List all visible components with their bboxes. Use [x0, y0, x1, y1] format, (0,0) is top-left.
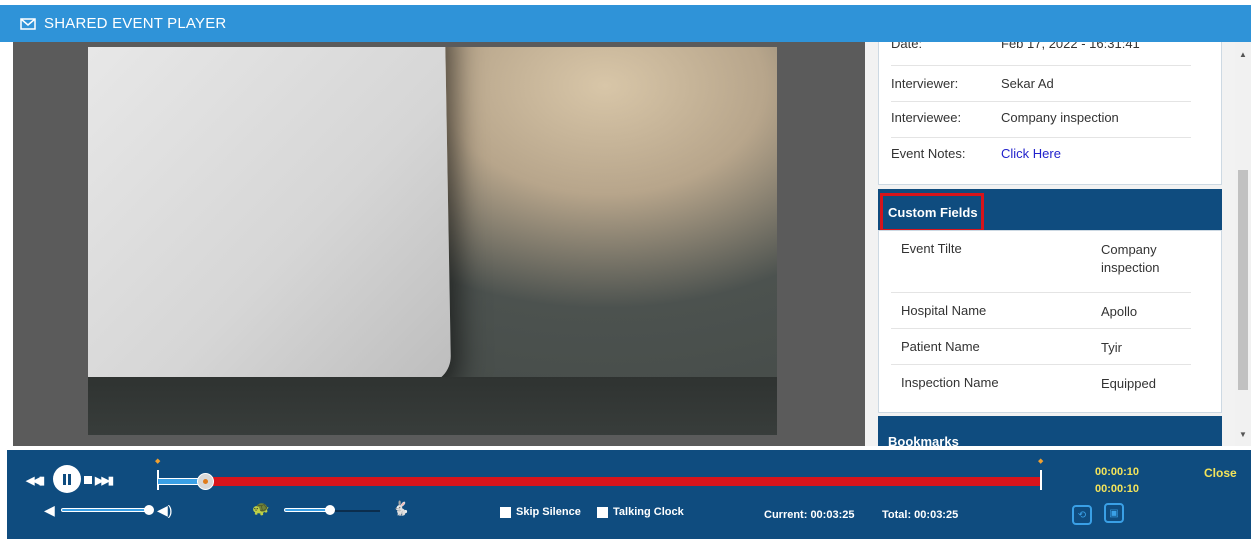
speed-slider[interactable]	[284, 508, 330, 512]
scroll-thumb[interactable]	[1238, 170, 1248, 390]
volume-up-icon[interactable]: ◀)	[157, 502, 172, 519]
volume-knob[interactable]	[144, 505, 154, 515]
info-row-interviewee: Interviewee: Company inspection	[891, 102, 1191, 138]
loop-button[interactable]: ⟲	[1072, 505, 1092, 525]
scroll-up-icon[interactable]: ▲	[1239, 50, 1247, 59]
timeline[interactable]	[157, 473, 1042, 490]
save-button[interactable]: ▣	[1104, 503, 1124, 523]
marker-time-1: 00:00:10	[1095, 466, 1140, 478]
details-panel: Date: Feb 17, 2022 - 16:31:41 Interviewe…	[865, 42, 1235, 446]
speed-knob[interactable]	[325, 505, 335, 515]
app-header: SHARED EVENT PLAYER	[0, 5, 1251, 42]
custom-field-row: Patient Name Tyir	[891, 329, 1191, 365]
start-marker-icon: ◆	[155, 458, 161, 465]
skip-back-icon[interactable]: ◀◀▮	[26, 474, 45, 487]
close-button[interactable]: Close	[1204, 466, 1237, 480]
info-row-interviewer: Interviewer: Sekar Ad	[891, 66, 1191, 102]
custom-fields-title: Custom Fields	[880, 193, 984, 232]
marker-time-2: 00:00:10	[1095, 483, 1140, 495]
stop-icon[interactable]	[84, 476, 92, 484]
volume-down-icon[interactable]: ◀	[44, 502, 55, 519]
player-controls: ◀◀▮ ▶▶▮ ◆ ◆ 00:00:10 00:00:10 Close ◀ ◀)…	[7, 450, 1251, 539]
timeline-remaining	[207, 477, 1042, 486]
fast-speed-icon[interactable]: 🐇	[392, 500, 409, 517]
app-title: SHARED EVENT PLAYER	[44, 15, 227, 32]
skip-silence-checkbox[interactable]: Skip Silence	[500, 506, 581, 518]
video-area	[13, 42, 865, 446]
slow-speed-icon[interactable]: 🐢	[252, 500, 269, 517]
talking-clock-checkbox[interactable]: Talking Clock	[597, 506, 684, 518]
custom-fields-header: Custom Fields	[878, 189, 1222, 232]
event-notes-link[interactable]: Click Here	[1001, 146, 1191, 174]
current-time: Current: 00:03:25	[764, 509, 855, 521]
mail-icon	[20, 17, 36, 30]
event-info: Date: Feb 17, 2022 - 16:31:41 Interviewe…	[878, 42, 1222, 185]
end-marker-icon: ◆	[1038, 458, 1044, 465]
info-row-date: Date: Feb 17, 2022 - 16:31:41	[891, 42, 1191, 66]
end-marker[interactable]	[1040, 470, 1042, 490]
timeline-knob[interactable]	[197, 473, 214, 490]
custom-field-row: Hospital Name Apollo	[891, 293, 1191, 329]
total-time: Total: 00:03:25	[882, 509, 959, 521]
scroll-down-icon[interactable]: ▼	[1239, 430, 1247, 439]
info-row-notes: Event Notes: Click Here	[891, 138, 1191, 174]
skip-forward-icon[interactable]: ▶▶▮	[95, 474, 114, 487]
custom-field-row: Event Tilte Company inspection	[891, 231, 1191, 293]
bookmarks-header[interactable]: Bookmarks	[878, 416, 1222, 446]
panel-scrollbar[interactable]: ▲ ▼	[1235, 42, 1251, 446]
video-frame[interactable]	[88, 47, 777, 435]
custom-field-row: Inspection Name Equipped	[901, 375, 1156, 391]
volume-slider[interactable]	[61, 508, 149, 512]
custom-fields-table: Event Tilte Company inspection Hospital N…	[878, 230, 1222, 413]
pause-button[interactable]	[53, 465, 81, 493]
